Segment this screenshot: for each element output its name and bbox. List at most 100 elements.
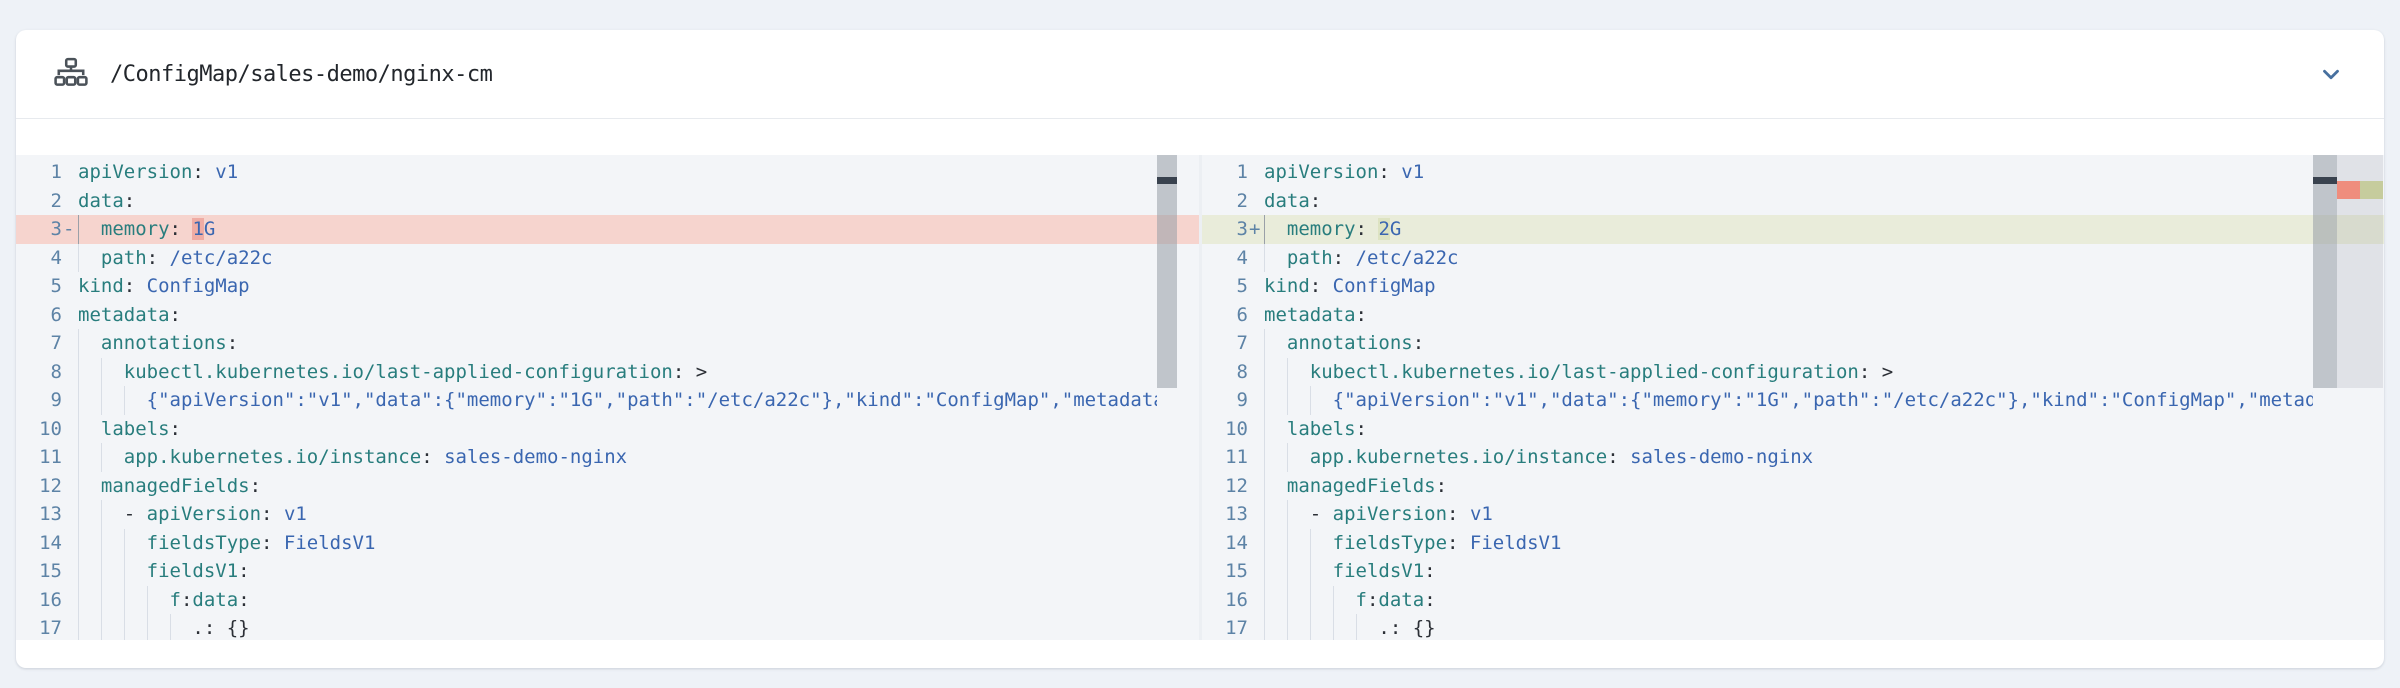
- indent-guide: [124, 529, 125, 558]
- indent-guide: [1287, 500, 1288, 529]
- code-line: 14 fieldsType: FieldsV1: [16, 529, 1199, 558]
- code-text: f:data:: [1264, 586, 2313, 615]
- indent-guide: [1264, 500, 1265, 529]
- code-text: apiVersion: v1: [1264, 158, 2313, 187]
- indent-guide: [1287, 443, 1288, 472]
- indent-guide: [124, 386, 125, 415]
- indent-guide: [101, 443, 102, 472]
- yaml-diff-editor: 1apiVersion: v12data:3- memory: 1G4 path…: [16, 155, 2384, 640]
- code-text: path: /etc/a22c: [1264, 244, 2313, 273]
- scrollbar-diff-mark: [2313, 177, 2337, 184]
- code-text: apiVersion: v1: [78, 158, 1157, 187]
- right-vertical-scrollbar[interactable]: [2313, 155, 2337, 388]
- chevron-down-icon[interactable]: [2318, 61, 2344, 87]
- code-text: fieldsV1:: [78, 557, 1157, 586]
- line-number: 11: [1202, 443, 1248, 472]
- line-number: 17: [16, 614, 62, 640]
- indent-guide: [1264, 586, 1265, 615]
- indent-guide: [1287, 386, 1288, 415]
- diff-sign: +: [1249, 215, 1265, 244]
- code-text: memory: 1G: [78, 215, 1157, 244]
- indent-guide: [78, 386, 79, 415]
- indent-guide: [1333, 614, 1334, 640]
- line-number: 15: [16, 557, 62, 586]
- line-number: 15: [1202, 557, 1248, 586]
- code-line: 5kind: ConfigMap: [16, 272, 1199, 301]
- code-text: {"apiVersion":"v1","data":{"memory":"1G"…: [1264, 386, 2313, 415]
- line-number: 9: [16, 386, 62, 415]
- indent-guide: [1287, 586, 1288, 615]
- line-number: 9: [1202, 386, 1248, 415]
- line-number: 13: [1202, 500, 1248, 529]
- line-number: 16: [16, 586, 62, 615]
- indent-guide: [1287, 529, 1288, 558]
- code-lines: 1apiVersion: v12data:3- memory: 1G4 path…: [16, 155, 1199, 640]
- line-number: 4: [16, 244, 62, 273]
- code-text: data:: [78, 187, 1157, 216]
- indent-guide: [124, 557, 125, 586]
- code-text: annotations:: [78, 329, 1157, 358]
- diff-pane-modified[interactable]: 1apiVersion: v12data:3+ memory: 2G4 path…: [1202, 155, 2384, 640]
- line-number: 1: [1202, 158, 1248, 187]
- indent-guide: [1287, 358, 1288, 387]
- indent-guide: [1333, 586, 1334, 615]
- line-number: 2: [16, 187, 62, 216]
- indent-guide: [147, 614, 148, 640]
- indent-guide: [78, 614, 79, 640]
- code-text: fieldsType: FieldsV1: [1264, 529, 2313, 558]
- indent-guide: [1310, 529, 1311, 558]
- indent-guide: [124, 586, 125, 615]
- indent-guide: [170, 614, 171, 640]
- code-line: 11 app.kubernetes.io/instance: sales-dem…: [16, 443, 1199, 472]
- indent-guide: [1264, 358, 1265, 387]
- line-number: 16: [1202, 586, 1248, 615]
- code-line: 4 path: /etc/a22c: [1202, 244, 2384, 273]
- code-line: 12 managedFields:: [1202, 472, 2384, 501]
- indent-guide: [1264, 415, 1265, 444]
- indent-guide: [101, 614, 102, 640]
- code-line: 6metadata:: [1202, 301, 2384, 330]
- indent-guide: [78, 415, 79, 444]
- indent-guide: [124, 614, 125, 640]
- diff-pane-original[interactable]: 1apiVersion: v12data:3- memory: 1G4 path…: [16, 155, 1199, 640]
- indent-guide: [1356, 614, 1357, 640]
- code-text: kind: ConfigMap: [1264, 272, 2313, 301]
- code-line: 2 data:: [1202, 187, 2384, 216]
- scrollbar-diff-mark: [1157, 177, 1177, 184]
- indent-guide: [1310, 614, 1311, 640]
- line-number: 3: [1202, 215, 1248, 244]
- code-line: 9 {"apiVersion":"v1","data":{"memory":"1…: [1202, 386, 2384, 415]
- line-number: 7: [1202, 329, 1248, 358]
- resource-header-row[interactable]: /ConfigMap/sales-demo/nginx-cm: [16, 30, 2384, 119]
- indent-guide: [78, 443, 79, 472]
- code-text: managedFields:: [78, 472, 1157, 501]
- line-number: 14: [16, 529, 62, 558]
- code-line: 12 managedFields:: [16, 472, 1199, 501]
- left-vertical-scrollbar[interactable]: [1157, 155, 1177, 388]
- code-text: app.kubernetes.io/instance: sales-demo-n…: [1264, 443, 2313, 472]
- line-number: 11: [16, 443, 62, 472]
- line-number: 1: [16, 158, 62, 187]
- indent-guide: [78, 358, 79, 387]
- code-line: 15 fieldsV1:: [16, 557, 1199, 586]
- code-text: kubectl.kubernetes.io/last-applied-confi…: [78, 358, 1157, 387]
- line-number: 5: [1202, 272, 1248, 301]
- code-line: 7 annotations:: [1202, 329, 2384, 358]
- line-number: 12: [16, 472, 62, 501]
- line-number: 6: [16, 301, 62, 330]
- diff-overview-ruler[interactable]: [2337, 155, 2383, 640]
- code-text: managedFields:: [1264, 472, 2313, 501]
- code-text: metadata:: [78, 301, 1157, 330]
- code-text: labels:: [78, 415, 1157, 444]
- code-text: f:data:: [78, 586, 1157, 615]
- code-line: 10 labels:: [16, 415, 1199, 444]
- code-line: 17 .: {}: [1202, 614, 2384, 640]
- code-text: - apiVersion: v1: [1264, 500, 2313, 529]
- indent-guide: [1264, 329, 1265, 358]
- code-line: 17 .: {}: [16, 614, 1199, 640]
- code-text: data:: [1264, 187, 2313, 216]
- line-number: 2: [1202, 187, 1248, 216]
- code-line: 5 kind: ConfigMap: [1202, 272, 2384, 301]
- indent-guide: [78, 586, 79, 615]
- indent-guide: [78, 472, 79, 501]
